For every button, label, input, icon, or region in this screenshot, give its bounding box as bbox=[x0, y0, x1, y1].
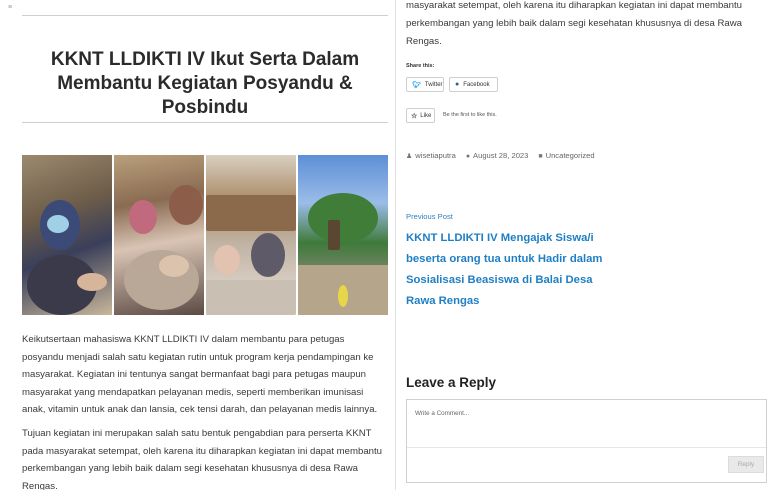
post-category[interactable]: ■ Uncategorized bbox=[538, 151, 594, 160]
posyandu-photo-3 bbox=[206, 155, 296, 315]
post-meta: ♟ wisetiaputra ● August 28, 2023 ■ Uncatego… bbox=[406, 151, 595, 160]
share-facebook-button[interactable]: ● Facebook bbox=[449, 77, 498, 92]
left-pane: ≡ KKNT LLDIKTI IV Ikut Serta Dalam Memba… bbox=[0, 0, 396, 490]
reply-button[interactable]: Reply bbox=[728, 456, 764, 473]
post-date[interactable]: ● August 28, 2023 bbox=[466, 151, 529, 160]
facebook-icon: ● bbox=[455, 81, 460, 88]
like-status-text: Be the first to like this. bbox=[443, 112, 497, 118]
like-button-label: Like bbox=[420, 112, 432, 119]
right-pane: masyarakat setempat, oleh karena itu dih… bbox=[397, 0, 767, 490]
like-button[interactable]: ☆ Like bbox=[406, 108, 435, 123]
clock-icon: ● bbox=[465, 153, 471, 160]
posyandu-photo-1 bbox=[22, 155, 112, 315]
posbindu-photo-4 bbox=[298, 155, 388, 315]
page-corner-mark: ≡ bbox=[8, 4, 13, 11]
post-photo-collage bbox=[22, 155, 388, 315]
comment-input[interactable]: Write a Comment... bbox=[415, 410, 469, 417]
post-paragraph-1: Keikutsertaan mahasiswa KKNT LLDIKTI IV … bbox=[22, 334, 378, 415]
title-divider-bottom bbox=[22, 122, 388, 123]
title-divider-top bbox=[22, 15, 388, 16]
share-twitter-button[interactable]: 🐦︎ Twitter bbox=[406, 77, 444, 92]
post-author[interactable]: ♟ wisetiaputra bbox=[406, 151, 456, 160]
twitter-icon: 🐦︎ bbox=[412, 81, 421, 89]
comment-form-divider bbox=[407, 447, 766, 448]
share-twitter-label: Twitter bbox=[424, 81, 443, 88]
previous-post-label: Previous Post bbox=[406, 212, 453, 221]
share-facebook-label: Facebook bbox=[463, 81, 490, 88]
star-icon: ☆ bbox=[411, 112, 418, 120]
person-icon: ♟ bbox=[406, 153, 413, 160]
post-title: KKNT LLDIKTI IV Ikut Serta Dalam Membant… bbox=[50, 49, 360, 118]
leave-reply-heading: Leave a Reply bbox=[406, 375, 497, 390]
share-label: Share this: bbox=[406, 63, 435, 69]
posyandu-photo-2 bbox=[114, 155, 204, 315]
previous-post-link[interactable]: KKNT LLDIKTI IV Mengajak Siswa/i beserta… bbox=[406, 228, 616, 312]
post-paragraph-2: Tujuan kegiatan ini merupakan salah satu… bbox=[22, 428, 382, 490]
comment-form[interactable]: Write a Comment... Reply bbox=[406, 399, 767, 483]
post-paragraph-2-continued: masyarakat setempat, oleh karena itu dih… bbox=[406, 0, 742, 47]
folder-icon: ■ bbox=[538, 153, 543, 160]
